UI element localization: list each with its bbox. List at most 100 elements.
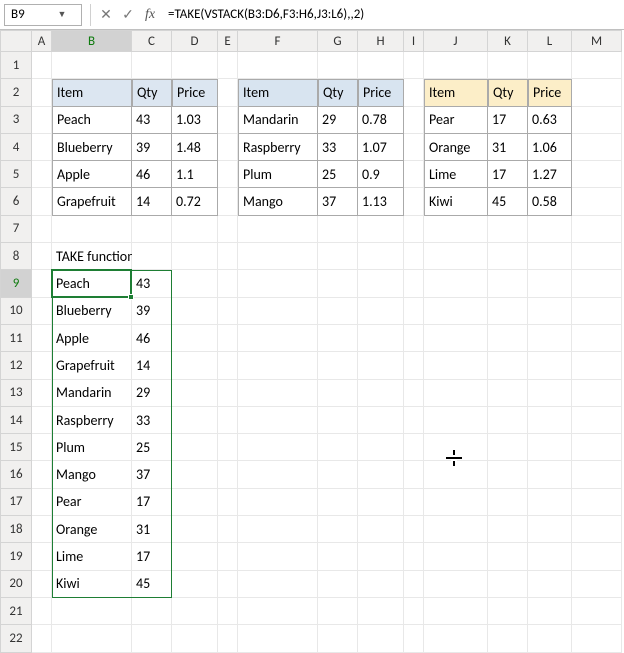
cell-B19[interactable]: Lime [52,543,132,570]
col-header-I[interactable]: I [404,30,424,52]
cell-G1[interactable] [318,52,358,79]
cell-B2[interactable]: Item [52,79,132,106]
cell-A3[interactable] [32,107,52,134]
cell-I14[interactable] [404,407,424,434]
cell-B9[interactable]: Peach [52,270,132,297]
cell-L11[interactable] [528,325,572,352]
cell-J19[interactable] [424,543,488,570]
cell-H1[interactable] [358,52,404,79]
row-header-3[interactable]: 3 [0,107,32,134]
cell-D6[interactable]: 0.72 [172,188,218,215]
cell-J2[interactable]: Item [424,79,488,106]
formula-input[interactable]: =TAKE(VSTACK(B3:D6,F3:H6,J3:L6),,2) [161,4,624,26]
cell-H14[interactable] [358,407,404,434]
cell-F21[interactable] [238,598,318,625]
cell-I16[interactable] [404,461,424,488]
cell-F14[interactable] [238,407,318,434]
cell-H18[interactable] [358,516,404,543]
col-header-C[interactable]: C [132,30,172,52]
cell-H3[interactable]: 0.78 [358,107,404,134]
cell-G19[interactable] [318,543,358,570]
row-header-10[interactable]: 10 [0,298,32,325]
cell-J15[interactable] [424,434,488,461]
grid-body[interactable]: 12ItemQtyPriceItemQtyPriceItemQtyPrice3P… [0,52,624,653]
cell-M22[interactable] [572,625,622,652]
cell-L9[interactable] [528,270,572,297]
col-header-J[interactable]: J [424,30,488,52]
cell-F22[interactable] [238,625,318,652]
cell-I7[interactable] [404,216,424,243]
cell-C8[interactable] [132,243,172,270]
cell-J12[interactable] [424,352,488,379]
cell-B1[interactable] [52,52,132,79]
cell-H20[interactable] [358,571,404,598]
cell-B12[interactable]: Grapefruit [52,352,132,379]
cell-B17[interactable]: Pear [52,489,132,516]
cell-F2[interactable]: Item [238,79,318,106]
cell-F6[interactable]: Mango [238,188,318,215]
cell-G10[interactable] [318,298,358,325]
cell-M1[interactable] [572,52,622,79]
cell-I9[interactable] [404,270,424,297]
cell-B6[interactable]: Grapefruit [52,188,132,215]
cell-F4[interactable]: Raspberry [238,134,318,161]
cell-F1[interactable] [238,52,318,79]
cell-G13[interactable] [318,380,358,407]
cell-D13[interactable] [172,380,218,407]
col-header-G[interactable]: G [318,30,358,52]
col-header-F[interactable]: F [238,30,318,52]
cell-E1[interactable] [218,52,238,79]
row-header-19[interactable]: 19 [0,543,32,570]
cell-L15[interactable] [528,434,572,461]
cell-E21[interactable] [218,598,238,625]
cell-L3[interactable]: 0.63 [528,107,572,134]
cell-J6[interactable]: Kiwi [424,188,488,215]
cell-G15[interactable] [318,434,358,461]
cell-G18[interactable] [318,516,358,543]
cell-J8[interactable] [424,243,488,270]
cell-H4[interactable]: 1.07 [358,134,404,161]
cell-I18[interactable] [404,516,424,543]
cell-G4[interactable]: 33 [318,134,358,161]
cell-L2[interactable]: Price [528,79,572,106]
cell-J16[interactable] [424,461,488,488]
cell-M10[interactable] [572,298,622,325]
cell-F5[interactable]: Plum [238,161,318,188]
row-header-15[interactable]: 15 [0,434,32,461]
cell-F17[interactable] [238,489,318,516]
cell-H5[interactable]: 0.9 [358,161,404,188]
select-all-corner[interactable] [0,30,32,52]
cell-F20[interactable] [238,571,318,598]
cell-G17[interactable] [318,489,358,516]
cell-C15[interactable]: 25 [132,434,172,461]
cell-E12[interactable] [218,352,238,379]
cell-K1[interactable] [488,52,528,79]
row-header-14[interactable]: 14 [0,407,32,434]
fx-icon[interactable]: fx [139,4,161,26]
cell-B21[interactable] [52,598,132,625]
cell-E20[interactable] [218,571,238,598]
cell-B3[interactable]: Peach [52,107,132,134]
cell-C3[interactable]: 43 [132,107,172,134]
name-box[interactable]: B9 ▼ [4,4,82,26]
cell-D20[interactable] [172,571,218,598]
cell-L20[interactable] [528,571,572,598]
cell-H8[interactable] [358,243,404,270]
cell-D8[interactable] [172,243,218,270]
row-header-9[interactable]: 9 [0,270,32,297]
cell-L10[interactable] [528,298,572,325]
cell-M8[interactable] [572,243,622,270]
cell-J1[interactable] [424,52,488,79]
cell-I21[interactable] [404,598,424,625]
row-header-1[interactable]: 1 [0,52,32,79]
cell-C1[interactable] [132,52,172,79]
cell-L4[interactable]: 1.06 [528,134,572,161]
cell-M4[interactable] [572,134,622,161]
cell-M13[interactable] [572,380,622,407]
cell-J13[interactable] [424,380,488,407]
cell-C12[interactable]: 14 [132,352,172,379]
cell-M12[interactable] [572,352,622,379]
cell-K21[interactable] [488,598,528,625]
cell-B16[interactable]: Mango [52,461,132,488]
cell-B13[interactable]: Mandarin [52,380,132,407]
